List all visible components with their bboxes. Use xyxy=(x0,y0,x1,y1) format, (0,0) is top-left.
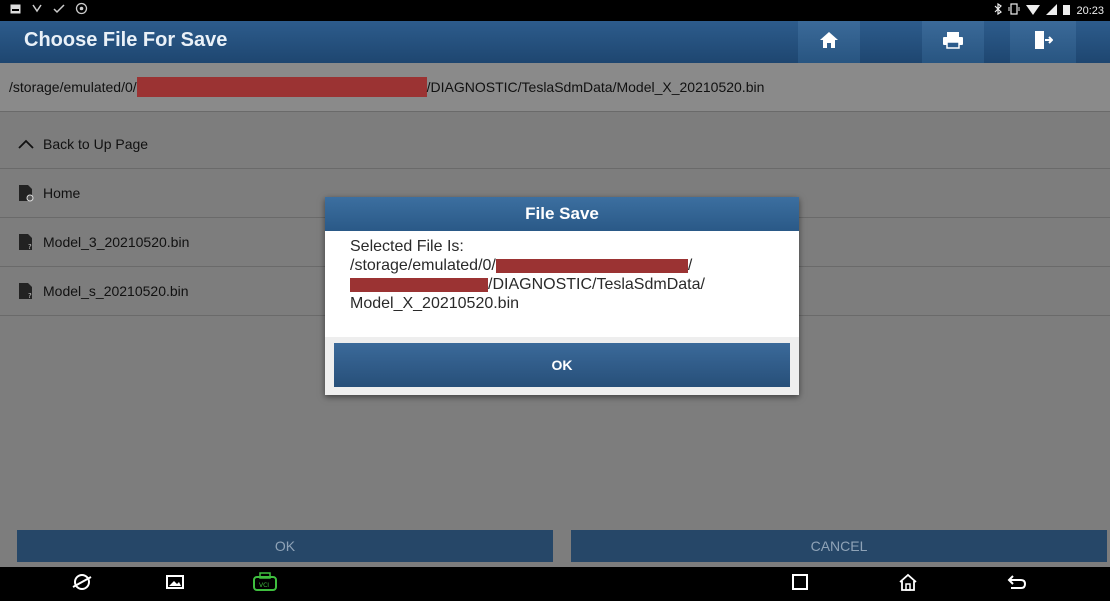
status-left xyxy=(10,2,88,18)
back-label: Back to Up Page xyxy=(43,136,149,152)
dialog-line-3: /DIAGNOSTIC/TeslaSdmData/ xyxy=(350,275,790,294)
path-suffix: /DIAGNOSTIC/TeslaSdmData/Model_X_2021052… xyxy=(426,79,765,95)
exit-icon xyxy=(1033,30,1054,55)
dialog-path-slash: / xyxy=(687,257,693,274)
vibrate-icon xyxy=(1008,3,1020,18)
dialog-ok-button[interactable]: OK xyxy=(334,343,790,387)
dialog-title: File Save xyxy=(325,197,799,231)
svg-text:?: ? xyxy=(28,243,32,251)
print-icon xyxy=(942,31,964,54)
list-item-label: Model_s_20210520.bin xyxy=(43,283,189,299)
dialog-footer: OK xyxy=(325,337,799,395)
print-button[interactable] xyxy=(922,21,984,63)
recents-icon xyxy=(792,573,808,595)
bluetooth-icon xyxy=(994,2,1003,18)
list-item-label: Home xyxy=(43,185,81,201)
svg-text:VCI: VCI xyxy=(259,582,269,589)
svg-text:?: ? xyxy=(28,292,32,300)
battery-icon xyxy=(1063,4,1071,18)
folder-settings-icon xyxy=(17,184,35,202)
app-header: Choose File For Save xyxy=(0,21,1110,63)
wifi-icon xyxy=(1026,4,1041,18)
home-icon xyxy=(819,31,839,54)
browser-icon xyxy=(71,572,93,597)
dialog-path-prefix: /storage/emulated/0/ xyxy=(350,257,496,274)
redaction-block xyxy=(495,258,688,273)
vci-icon: VCI xyxy=(252,571,278,597)
gallery-icon xyxy=(166,574,184,594)
home-nav-button[interactable] xyxy=(893,573,923,595)
status-bar: 20:23 xyxy=(0,0,1110,21)
dialog-message: Selected File Is: /storage/emulated/0// … xyxy=(350,237,790,313)
signal-icon xyxy=(1046,3,1058,18)
redaction-block xyxy=(350,277,488,292)
usb-icon xyxy=(31,3,43,17)
gallery-button[interactable] xyxy=(160,573,190,595)
dialog-path-middle: /DIAGNOSTIC/TeslaSdmData/ xyxy=(488,276,705,293)
recents-button[interactable] xyxy=(785,573,815,595)
vci-button[interactable]: VCI xyxy=(250,571,280,597)
path-prefix: /storage/emulated/0/ xyxy=(9,79,137,95)
back-icon xyxy=(1007,574,1027,595)
clock: 20:23 xyxy=(1076,4,1104,17)
home-nav-icon xyxy=(898,573,918,596)
chevron-up-icon xyxy=(17,135,35,153)
ok-button[interactable]: OK xyxy=(17,530,553,562)
exit-button[interactable] xyxy=(1010,21,1076,63)
back-button[interactable] xyxy=(1002,573,1032,595)
home-button[interactable] xyxy=(798,21,860,63)
settings-icon xyxy=(75,2,88,18)
page-title: Choose File For Save xyxy=(24,29,228,51)
file-save-dialog: File Save Selected File Is: /storage/emu… xyxy=(325,197,799,395)
list-item-label: Model_3_20210520.bin xyxy=(43,234,190,250)
file-icon: ? xyxy=(17,233,35,251)
notification-icon xyxy=(10,3,21,17)
dialog-line-2: /storage/emulated/0/ / xyxy=(350,256,790,275)
file-icon: ? xyxy=(17,282,35,300)
system-nav-bar: VCI xyxy=(0,567,1110,601)
cancel-button[interactable]: CANCEL xyxy=(571,530,1107,562)
back-to-up-page[interactable]: Back to Up Page xyxy=(0,120,1110,169)
redaction-block xyxy=(136,77,427,97)
status-right: 20:23 xyxy=(994,2,1104,18)
check-icon xyxy=(53,3,65,17)
path-bar: /storage/emulated/0/ /DIAGNOSTIC/TeslaSd… xyxy=(0,63,1110,112)
browser-button[interactable] xyxy=(67,573,97,595)
dialog-line-1: Selected File Is: xyxy=(350,238,464,255)
dialog-line-4: Model_X_20210520.bin xyxy=(350,295,520,312)
